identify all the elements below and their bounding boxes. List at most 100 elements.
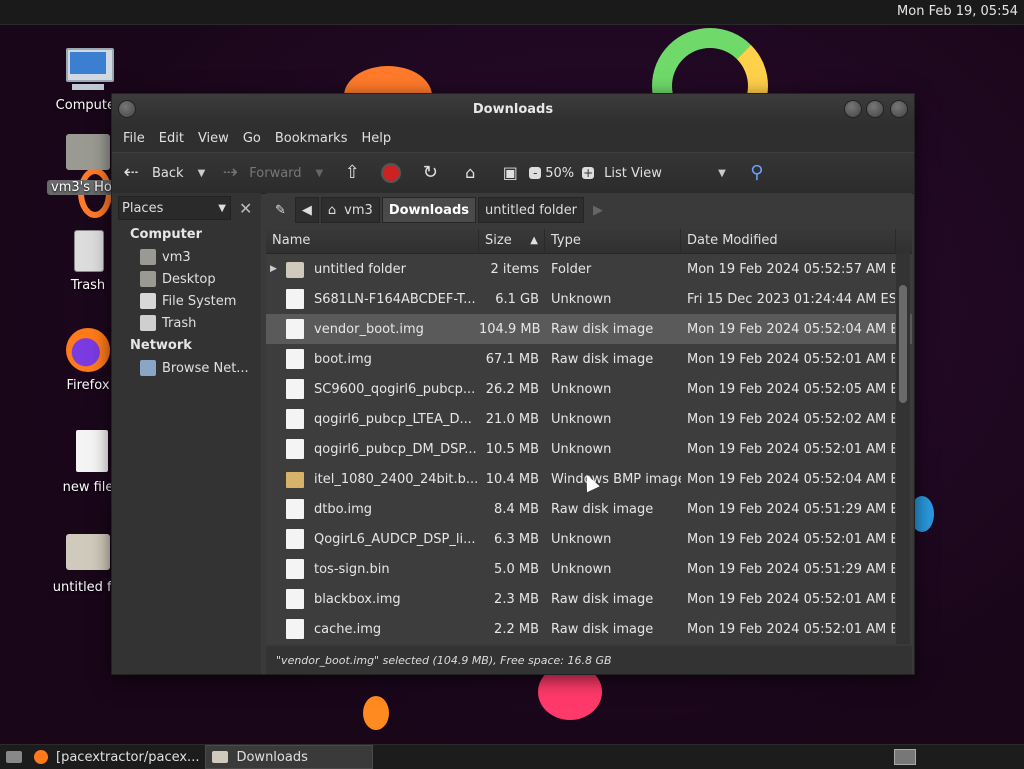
forward-arrow-icon: ⇢ xyxy=(222,162,238,183)
sidebar-item-desktop[interactable]: Desktop xyxy=(112,268,261,290)
file-row[interactable]: cache.img 2.2 MB Raw disk image Mon 19 Feb … xyxy=(266,614,912,644)
search-button[interactable]: ⚲ xyxy=(746,162,768,184)
sidebar-item-file-system[interactable]: File System xyxy=(112,290,261,312)
sidebar-item-browse-network[interactable]: Browse Net... xyxy=(112,357,261,379)
menu-file[interactable]: File xyxy=(116,131,152,146)
menu-edit[interactable]: Edit xyxy=(152,131,191,146)
wallpaper-blob xyxy=(363,696,389,730)
window-titlebar[interactable]: Downloads xyxy=(112,94,914,124)
network-icon xyxy=(140,360,156,376)
sidebar-item-trash[interactable]: Trash xyxy=(112,312,261,334)
file-date-modified: Mon 19 Feb 2024 05:51:29 AM EST xyxy=(687,561,895,577)
sidebar-type-select[interactable]: Places ▼ xyxy=(118,196,231,220)
path-crumb-untitled-folder[interactable]: untitled folder xyxy=(478,197,585,223)
reload-button[interactable]: ↻ xyxy=(419,162,441,184)
menu-view[interactable]: View xyxy=(191,131,236,146)
file-row[interactable]: S681LN-F164ABCDEF-T... 6.1 GB Unknown Fri 1… xyxy=(266,284,912,314)
file-size: 2 items xyxy=(490,261,539,277)
stop-icon xyxy=(381,163,402,183)
file-icon xyxy=(286,319,304,339)
path-scroll-left-button[interactable]: ◀ xyxy=(294,197,319,223)
file-icon xyxy=(286,589,304,609)
file-type: Folder xyxy=(551,261,592,277)
file-name: SC9600_qogirl6_pubcp... xyxy=(314,381,476,397)
forward-button[interactable]: ⇢ Forward xyxy=(219,162,302,184)
file-icon xyxy=(286,499,304,519)
sort-ascending-icon: ▲ xyxy=(530,235,538,246)
scrollbar-thumb[interactable] xyxy=(899,285,907,403)
file-row[interactable]: dtbo.img 8.4 MB Raw disk image Mon 19 Feb 2… xyxy=(266,494,912,524)
column-header-name[interactable]: Name xyxy=(266,229,479,253)
file-type: Unknown xyxy=(551,411,612,427)
file-row[interactable]: tos-sign.bin 5.0 MB Unknown Mon 19 Feb 2024… xyxy=(266,554,912,584)
zoom-level[interactable]: 50% xyxy=(545,166,574,181)
forward-history-dropdown[interactable]: ▼ xyxy=(310,168,324,179)
file-row[interactable]: QogirL6_AUDCP_DSP_li... 6.3 MB Unknown Mon … xyxy=(266,524,912,554)
file-row[interactable]: ▶ untitled folder 2 items Folder Mon 19 Feb … xyxy=(266,254,912,284)
file-icon xyxy=(286,619,304,639)
computer-icon xyxy=(64,46,114,94)
path-crumb-vm3[interactable]: ⌂ vm3 xyxy=(320,197,380,223)
sidebar-item-vm3[interactable]: vm3 xyxy=(112,246,261,268)
minimize-button[interactable] xyxy=(844,100,862,118)
close-button[interactable] xyxy=(890,100,908,118)
menu-bookmarks[interactable]: Bookmarks xyxy=(268,131,355,146)
column-header-date-modified[interactable]: Date Modified xyxy=(681,229,896,253)
expand-arrow-icon[interactable]: ▶ xyxy=(270,264,280,274)
stop-button[interactable] xyxy=(381,163,402,183)
vertical-scrollbar[interactable] xyxy=(896,253,910,644)
view-mode-dropdown[interactable]: ▼ xyxy=(712,168,726,179)
file-row[interactable]: qogirl6_pubcp_LTEA_D... 21.0 MB Unknown Mon… xyxy=(266,404,912,434)
menu-go[interactable]: Go xyxy=(236,131,268,146)
file-row[interactable]: SC9600_qogirl6_pubcp... 26.2 MB Unknown Mon… xyxy=(266,374,912,404)
view-mode-select[interactable]: List View xyxy=(604,166,704,181)
file-date-modified: Mon 19 Feb 2024 05:52:04 AM EST xyxy=(687,471,895,487)
file-name-cell: itel_1080_2400_24bit.b... xyxy=(266,470,479,488)
file-name: blackbox.img xyxy=(314,591,401,607)
file-date-modified: Mon 19 Feb 2024 05:52:01 AM EST xyxy=(687,621,895,637)
file-size: 6.1 GB xyxy=(495,291,539,307)
back-history-dropdown[interactable]: ▼ xyxy=(192,168,206,179)
menu-help[interactable]: Help xyxy=(354,131,398,146)
file-row[interactable]: blackbox.img 2.3 MB Raw disk image Mon 19 F… xyxy=(266,584,912,614)
image-file-icon xyxy=(286,472,304,488)
file-row[interactable]: vendor_boot.img 104.9 MB Raw disk image Mon… xyxy=(266,314,912,344)
chevron-down-icon: ▼ xyxy=(718,167,726,179)
clock[interactable]: Mon Feb 19, 05:54 xyxy=(897,4,1018,19)
taskbar-item-terminal-browser[interactable]: [pacextractor/pacex... xyxy=(28,746,205,768)
computer-button[interactable]: ▣ xyxy=(499,162,521,184)
file-size: 10.4 MB xyxy=(485,471,539,487)
computer-icon: ▣ xyxy=(502,163,518,182)
file-icon xyxy=(286,529,304,549)
workspace-switcher[interactable] xyxy=(888,746,922,768)
sidebar-item-label: vm3 xyxy=(162,249,191,265)
file-row[interactable]: qogirl6_pubcp_DM_DSP... 10.5 MB Unknown Mon… xyxy=(266,434,912,464)
back-button[interactable]: ⇠ Back xyxy=(120,162,183,184)
file-row[interactable]: boot.img 67.1 MB Raw disk image Mon 19 Feb … xyxy=(266,344,912,374)
file-icon xyxy=(286,409,304,429)
file-name: boot.img xyxy=(314,351,372,367)
maximize-button[interactable] xyxy=(866,100,884,118)
zoom-in-button[interactable]: + xyxy=(582,167,595,179)
column-header-type[interactable]: Type xyxy=(545,229,681,253)
file-name-cell: SC9600_qogirl6_pubcp... xyxy=(266,379,479,399)
taskbar-item-downloads[interactable]: Downloads xyxy=(205,745,374,769)
file-date-modified: Mon 19 Feb 2024 05:52:01 AM EST xyxy=(687,351,895,367)
file-list: Name Size ▲ Type Date Modified ▶ untitled… xyxy=(266,229,912,644)
home-button[interactable]: ⌂ xyxy=(459,162,481,184)
file-name-cell: qogirl6_pubcp_DM_DSP... xyxy=(266,439,479,459)
toggle-location-entry-button[interactable]: ✎ xyxy=(268,197,293,223)
file-name: qogirl6_pubcp_LTEA_D... xyxy=(314,411,472,427)
close-sidebar-icon[interactable]: ✕ xyxy=(239,199,252,218)
drive-icon xyxy=(140,293,156,309)
file-type: Unknown xyxy=(551,441,612,457)
sidebar-item-label: File System xyxy=(162,293,237,309)
up-button[interactable]: ⇧ xyxy=(341,162,363,184)
zoom-out-button[interactable]: - xyxy=(529,167,542,179)
file-type: Raw disk image xyxy=(551,351,654,367)
path-scroll-right-button[interactable]: ▶ xyxy=(586,197,610,223)
column-header-size[interactable]: Size ▲ xyxy=(479,229,545,253)
path-crumb-downloads[interactable]: Downloads xyxy=(381,197,477,223)
up-arrow-icon: ⇧ xyxy=(344,162,360,183)
show-desktop-button[interactable] xyxy=(0,746,28,768)
